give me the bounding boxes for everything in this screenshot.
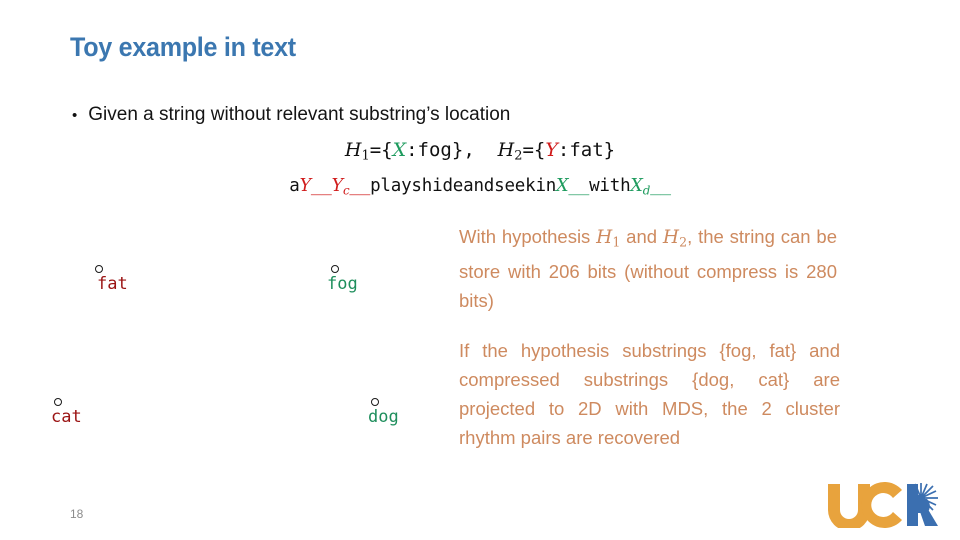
bullet-text: Given a string without relevant substrin… [88, 104, 511, 125]
bullet-dot-icon: • [72, 107, 78, 124]
formula-h2-symbol: H [497, 139, 515, 161]
formula-h2-variable: Y [545, 139, 558, 161]
page-title: Toy example in text [70, 32, 296, 62]
encoded-with: with [589, 176, 631, 196]
logo-letter-r-bowl [918, 499, 930, 513]
encoded-underscore-3: __ [568, 176, 590, 196]
ucr-logo [826, 482, 938, 531]
logo-letter-r-stem [907, 484, 918, 526]
scatter-marker-icon [331, 265, 339, 273]
bullet-item: • Given a string without relevant substr… [72, 104, 510, 126]
formula-h2-value: :fat} [557, 139, 616, 161]
note1-part2: and [620, 226, 663, 247]
page-number: 18 [70, 507, 84, 521]
scatter-marker-icon [54, 398, 62, 406]
encoded-x1: X [556, 176, 569, 196]
slide-canvas: Toy example in text • Given a string wit… [0, 0, 960, 540]
scatter-marker-icon [95, 265, 103, 273]
encoded-y1: Y [299, 176, 312, 196]
encoded-x2-subscript: d [642, 183, 651, 198]
formula-separator: , [463, 139, 475, 161]
formula-encoded-string: aY__Yc__playshideandseekinX__withXd__ [0, 176, 960, 197]
encoded-middle: playshideandseekin [370, 176, 557, 196]
encoded-x2: X [630, 176, 643, 196]
note1-h2-symbol: H [662, 227, 680, 248]
scatter-label-fat: fat [97, 274, 128, 294]
note-mds-projection: If the hypothesis substrings {fog, fat} … [459, 340, 840, 448]
encoded-prefix: a [289, 176, 300, 196]
formula-h1-open: ={ [369, 139, 393, 161]
scatter-label-cat: cat [51, 407, 82, 427]
formula-h1-subscript: 1 [361, 148, 370, 164]
note1-part1: With hypothesis [459, 226, 597, 247]
scatter-label-dog: dog [368, 407, 399, 427]
ucr-logo-icon [828, 482, 938, 531]
encoded-y2: Y [331, 176, 344, 196]
formula-h2-open: ={ [522, 139, 546, 161]
scatter-marker-icon [371, 398, 379, 406]
encoded-underscore-2: __ [349, 176, 371, 196]
formula-h1-symbol: H [344, 139, 362, 161]
formula-h1-value: :fog} [406, 139, 464, 161]
encoded-underscore-1: __ [310, 176, 332, 196]
scatter-label-fog: fog [327, 274, 358, 294]
note-storage-bits: With hypothesis H1 and H2, the string ca… [459, 222, 837, 315]
note1-h1-symbol: H [596, 227, 613, 248]
formula-hypotheses: H1={X:fog}, H2={Y:fat} [0, 139, 960, 164]
encoded-underscore-4: __ [650, 176, 671, 196]
formula-h1-variable: X [392, 139, 407, 161]
note1-h2-subscript: 2 [679, 234, 688, 250]
